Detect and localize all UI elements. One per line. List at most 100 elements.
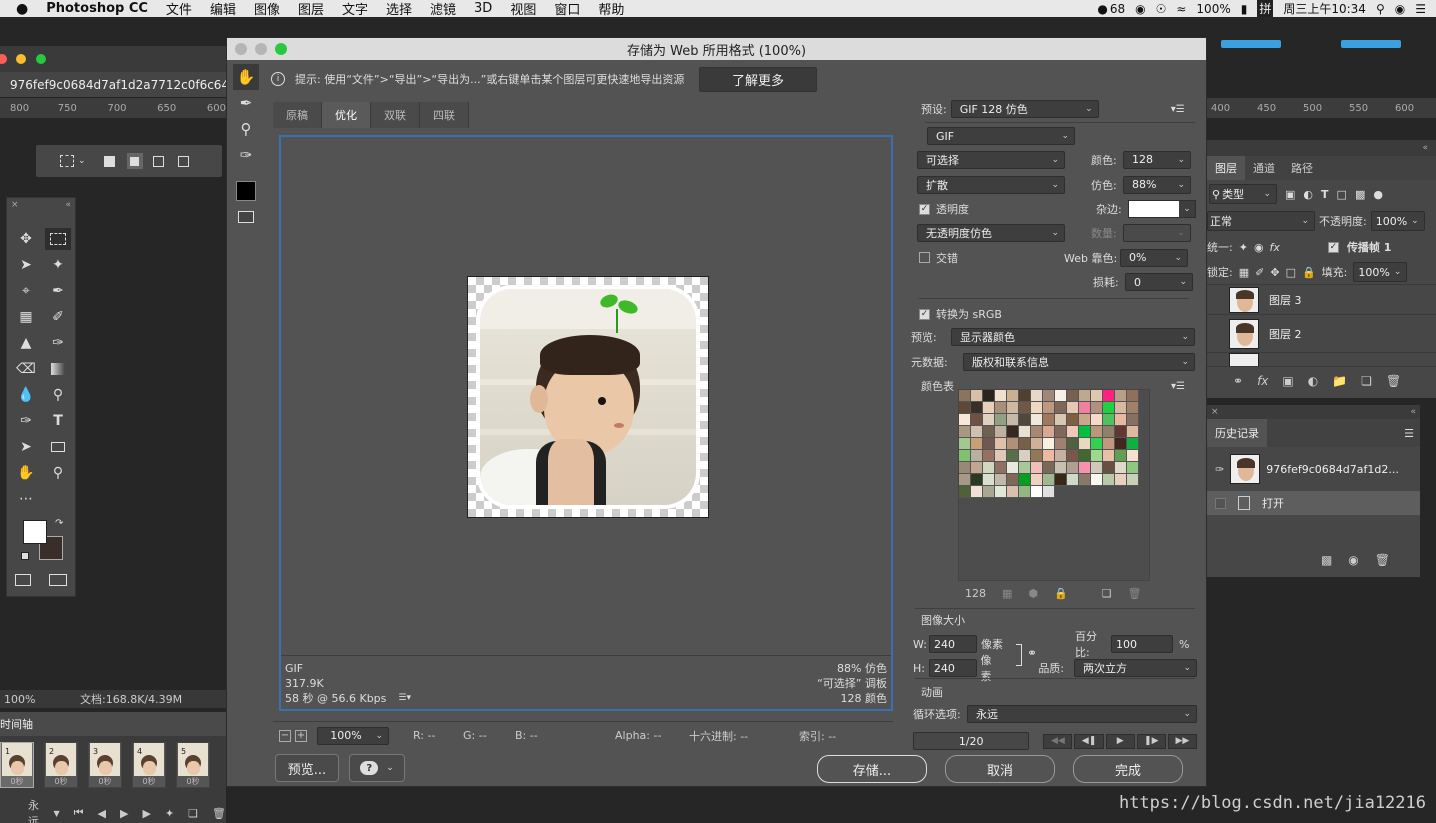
color-swatch[interactable] <box>1091 414 1103 426</box>
color-swatch[interactable] <box>1031 486 1043 498</box>
last-frame-icon[interactable]: ▶▶ <box>1167 733 1197 749</box>
hand-tool-icon[interactable]: ✋ <box>13 462 39 484</box>
link-proportions-icon[interactable]: ⚭ <box>1027 646 1037 660</box>
menu-app-name[interactable]: Photoshop CC <box>46 1 148 16</box>
color-swatch[interactable] <box>1031 474 1043 486</box>
lock-color-icon[interactable]: 🔒 <box>1054 587 1068 600</box>
web-snap-input[interactable]: 0% ⌄ <box>1120 248 1188 267</box>
propagate-frame-checkbox[interactable]: ✓ <box>1327 241 1339 253</box>
color-swatch[interactable] <box>1031 450 1043 462</box>
history-snapshot[interactable]: ✑ 976fef9c0684d7af1d2... <box>1207 447 1420 491</box>
color-swatch[interactable] <box>1019 426 1031 438</box>
color-swatch[interactable] <box>1079 426 1091 438</box>
color-swatch[interactable] <box>995 462 1007 474</box>
color-swatch[interactable] <box>1067 438 1079 450</box>
color-swatch[interactable] <box>1031 390 1043 402</box>
menu-view[interactable]: 视图 <box>510 0 536 18</box>
menu-layer[interactable]: 图层 <box>298 0 324 18</box>
eyedropper-color-swatch[interactable] <box>236 181 256 201</box>
colors-input[interactable]: 128 ⌄ <box>1123 150 1191 169</box>
new-layer-icon[interactable]: ❏ <box>1361 374 1372 388</box>
download-speed-menu-icon[interactable]: ☰▾ <box>398 691 411 706</box>
hand-tool-icon[interactable]: ✋ <box>233 64 259 90</box>
minimize-window-icon[interactable] <box>16 54 26 64</box>
color-swatch[interactable] <box>1127 474 1139 486</box>
color-swatch[interactable] <box>1019 474 1031 486</box>
history-state[interactable]: 打开 <box>1207 491 1420 515</box>
intersect-selection-icon[interactable] <box>177 155 189 167</box>
unify-style-icon[interactable]: fx <box>1270 241 1280 254</box>
new-color-icon[interactable]: ❏ <box>1102 587 1112 600</box>
color-swatch[interactable] <box>1043 450 1055 462</box>
crop-tool-icon[interactable]: ⌖ <box>13 280 39 302</box>
color-swatch[interactable] <box>1031 402 1043 414</box>
wifi-icon[interactable]: ≈ <box>1176 2 1186 16</box>
color-swatch[interactable] <box>1115 450 1127 462</box>
marquee-preset-icon[interactable] <box>60 155 74 167</box>
fill-input[interactable]: 100% ⌄ <box>1353 262 1408 282</box>
menu-3d[interactable]: 3D <box>474 1 492 16</box>
cancel-button[interactable]: 取消 <box>945 755 1055 783</box>
color-swatch[interactable] <box>1043 486 1055 498</box>
menu-window[interactable]: 窗口 <box>554 0 580 18</box>
help-menu-button[interactable]: ? ⌄ <box>349 754 405 782</box>
menu-help[interactable]: 帮助 <box>598 0 624 18</box>
eraser-tool-icon[interactable]: ⌫ <box>13 358 39 380</box>
marquee-tool-icon[interactable] <box>45 228 71 250</box>
type-tool-icon[interactable]: T <box>45 410 71 432</box>
eyedropper-tool-icon[interactable]: ✑ <box>233 142 259 168</box>
add-mask-icon[interactable]: ▣ <box>1282 374 1293 388</box>
color-swatch[interactable] <box>1103 402 1115 414</box>
unify-position-icon[interactable]: ✦ <box>1239 241 1248 254</box>
color-swatch[interactable] <box>1043 474 1055 486</box>
color-swatch[interactable] <box>1127 438 1139 450</box>
color-swatch[interactable] <box>1091 402 1103 414</box>
lock-image-icon[interactable]: ✐ <box>1255 266 1264 279</box>
foreground-color-swatch[interactable] <box>23 520 47 544</box>
zoom-dialog-icon[interactable] <box>275 43 287 55</box>
color-swatch[interactable] <box>1091 390 1103 402</box>
move-tool-icon[interactable]: ✥ <box>13 228 39 250</box>
color-swatch[interactable] <box>1007 438 1019 450</box>
tab-channels[interactable]: 通道 <box>1245 156 1283 180</box>
preview-color-select[interactable]: 显示器颜色 ⌄ <box>951 328 1195 346</box>
color-swatch[interactable] <box>1043 462 1055 474</box>
color-swatch[interactable] <box>1007 390 1019 402</box>
color-swatch[interactable] <box>1055 462 1067 474</box>
color-swatch[interactable] <box>995 438 1007 450</box>
color-swatch[interactable] <box>995 486 1007 498</box>
menu-file[interactable]: 文件 <box>166 0 192 18</box>
color-swatch[interactable] <box>1055 390 1067 402</box>
frame-delay[interactable]: 0秒 <box>98 776 111 787</box>
color-swatch[interactable] <box>995 402 1007 414</box>
color-swatch[interactable] <box>1007 450 1019 462</box>
collapse-panel-icon[interactable]: « <box>1422 143 1428 153</box>
lock-all-icon[interactable]: 🔒 <box>1302 266 1316 279</box>
color-swatch[interactable] <box>959 486 971 498</box>
convert-srgb-checkbox[interactable]: ✓ <box>919 308 930 320</box>
color-swatch[interactable] <box>1079 390 1091 402</box>
color-swatch[interactable] <box>1055 438 1067 450</box>
default-colors-icon[interactable] <box>21 552 29 560</box>
color-swatch[interactable] <box>983 486 995 498</box>
frame-delay[interactable]: 0秒 <box>142 776 155 787</box>
color-swatch[interactable] <box>1127 390 1139 402</box>
color-swatch[interactable] <box>1091 438 1103 450</box>
status-zoom[interactable]: 100% <box>4 693 80 706</box>
minimize-dialog-icon[interactable] <box>255 43 267 55</box>
color-swatch[interactable] <box>1007 486 1019 498</box>
height-input[interactable]: 240 <box>928 659 977 677</box>
collapse-panel-icon[interactable]: « <box>1410 407 1416 417</box>
color-swatch[interactable] <box>971 486 983 498</box>
trash-icon[interactable]: 🗑 <box>1128 587 1142 600</box>
layer-row[interactable]: 图层 3 <box>1207 284 1436 314</box>
tab-paths[interactable]: 路径 <box>1283 156 1321 180</box>
color-swatch[interactable] <box>1127 426 1139 438</box>
map-to-transparent-icon[interactable]: ▦ <box>1002 587 1012 600</box>
color-swatch[interactable] <box>971 438 983 450</box>
color-swatch[interactable] <box>1007 426 1019 438</box>
frame-delay[interactable]: 0秒 <box>186 776 199 787</box>
unify-visibility-icon[interactable]: ◉ <box>1254 241 1264 254</box>
color-swatch[interactable] <box>1067 390 1079 402</box>
subtract-selection-icon[interactable] <box>152 155 164 167</box>
